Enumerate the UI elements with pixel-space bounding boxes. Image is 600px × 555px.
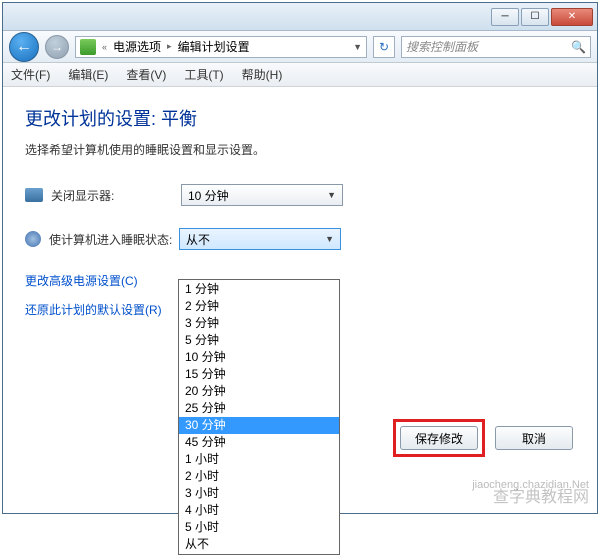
display-off-label: 关闭显示器: [51,187,181,204]
content-area: 更改计划的设置: 平衡 选择希望计算机使用的睡眠设置和显示设置。 关闭显示器: … [3,87,597,348]
highlight-frame: 保存修改 [393,419,485,457]
page-title: 更改计划的设置: 平衡 [25,105,575,131]
chevron-right-icon: ▸ [167,41,172,52]
dropdown-option[interactable]: 10 分钟 [179,349,339,366]
dropdown-option[interactable]: 2 分钟 [179,298,339,315]
menu-view[interactable]: 查看(V) [126,66,166,83]
setting-display-off: 关闭显示器: 10 分钟 ▼ [25,184,575,206]
dropdown-option[interactable]: 1 小时 [179,451,339,468]
dropdown-option[interactable]: 5 小时 [179,519,339,536]
dropdown-option[interactable]: 45 分钟 [179,434,339,451]
search-input[interactable]: 搜索控制面板 🔍 [401,36,591,58]
control-panel-icon [80,39,96,55]
monitor-icon [25,188,43,202]
display-off-combo[interactable]: 10 分钟 ▼ [181,184,343,206]
forward-button[interactable]: → [45,35,69,59]
dropdown-option[interactable]: 1 分钟 [179,281,339,298]
dropdown-option[interactable]: 20 分钟 [179,383,339,400]
close-button[interactable]: ✕ [551,8,593,26]
display-off-value: 10 分钟 [188,187,229,204]
refresh-button[interactable]: ↻ [373,36,395,58]
dropdown-option[interactable]: 3 分钟 [179,315,339,332]
address-dropdown-icon[interactable]: ▼ [353,42,362,52]
cancel-button[interactable]: 取消 [495,426,573,450]
chevron-down-icon: ▼ [327,190,336,200]
dropdown-option[interactable]: 5 分钟 [179,332,339,349]
dropdown-option[interactable]: 3 小时 [179,485,339,502]
address-bar[interactable]: « 电源选项 ▸ 编辑计划设置 ▼ [75,36,367,58]
menu-tools[interactable]: 工具(T) [184,66,223,83]
menu-edit[interactable]: 编辑(E) [68,66,108,83]
titlebar: ─ ☐ ✕ [3,3,597,31]
watermark-text: 查字典教程网 [493,483,589,507]
breadcrumb-current[interactable]: 编辑计划设置 [178,38,250,55]
page-subtitle: 选择希望计算机使用的睡眠设置和显示设置。 [25,141,575,158]
breadcrumb-sep-icon: « [102,42,107,52]
dropdown-option[interactable]: 4 小时 [179,502,339,519]
menu-file[interactable]: 文件(F) [11,66,50,83]
sleep-value: 从不 [186,231,210,248]
save-button[interactable]: 保存修改 [400,426,478,450]
setting-sleep: 使计算机进入睡眠状态: 从不 ▼ [25,228,575,250]
maximize-button[interactable]: ☐ [521,8,549,26]
dropdown-option[interactable]: 2 小时 [179,468,339,485]
sleep-dropdown-list[interactable]: 1 分钟2 分钟3 分钟5 分钟10 分钟15 分钟20 分钟25 分钟30 分… [178,279,340,555]
chevron-down-icon: ▼ [325,234,334,244]
dropdown-option[interactable]: 从不 [179,536,339,553]
dropdown-option[interactable]: 15 分钟 [179,366,339,383]
breadcrumb-parent[interactable]: 电源选项 [113,38,161,55]
menu-help[interactable]: 帮助(H) [242,66,283,83]
dropdown-option[interactable]: 25 分钟 [179,400,339,417]
sleep-combo[interactable]: 从不 ▼ [179,228,341,250]
search-placeholder: 搜索控制面板 [406,38,478,55]
minimize-button[interactable]: ─ [491,8,519,26]
sleep-label: 使计算机进入睡眠状态: [49,231,179,248]
window-frame: ─ ☐ ✕ ← → « 电源选项 ▸ 编辑计划设置 ▼ ↻ 搜索控制面板 🔍 文… [2,2,598,514]
dropdown-option[interactable]: 30 分钟 [179,417,339,434]
button-row: 保存修改 取消 [393,419,573,457]
nav-toolbar: ← → « 电源选项 ▸ 编辑计划设置 ▼ ↻ 搜索控制面板 🔍 [3,31,597,63]
search-icon[interactable]: 🔍 [571,40,586,54]
back-button[interactable]: ← [9,32,39,62]
sleep-icon [25,231,41,247]
menu-bar: 文件(F) 编辑(E) 查看(V) 工具(T) 帮助(H) [3,63,597,87]
